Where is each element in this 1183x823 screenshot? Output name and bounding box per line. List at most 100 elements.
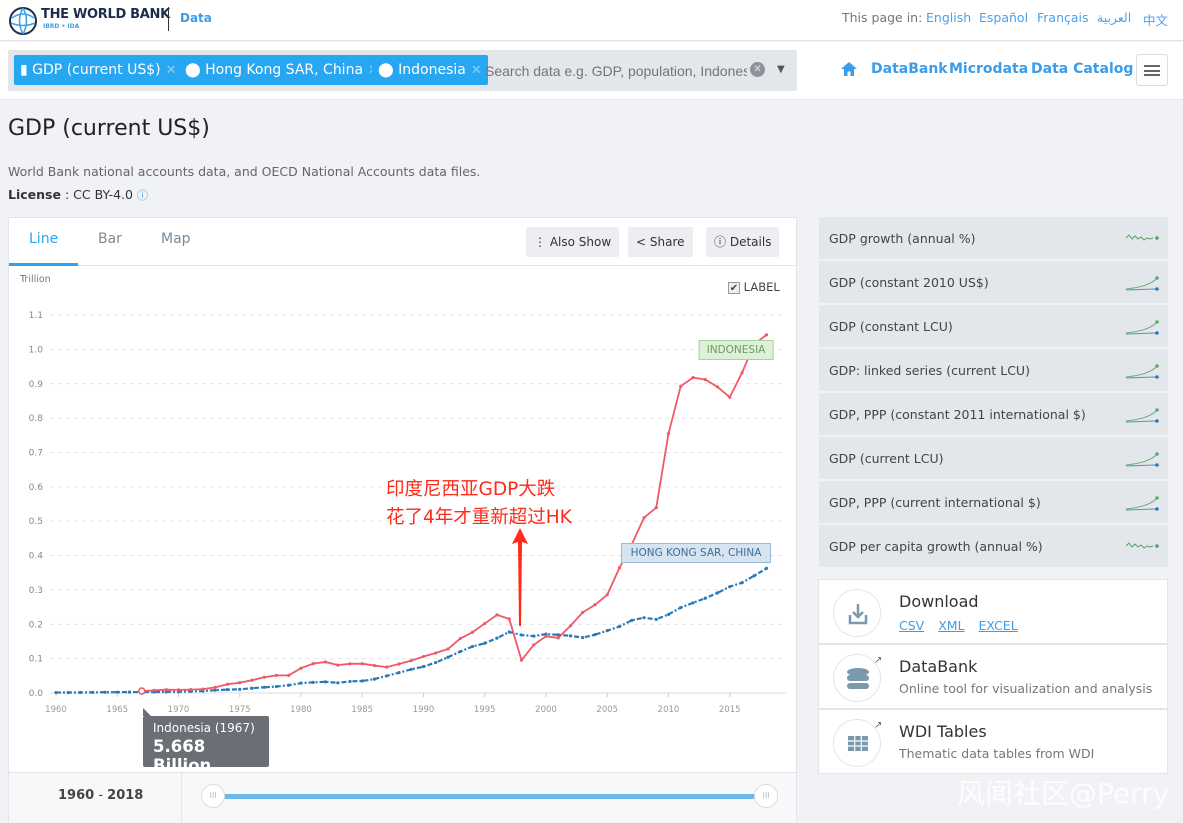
data-point <box>495 613 499 617</box>
data-point <box>250 678 254 682</box>
data-point <box>397 671 401 675</box>
data-point <box>605 593 609 597</box>
data-point <box>360 679 364 683</box>
sparkline-icon <box>1125 408 1159 423</box>
related-indicator[interactable]: GDP growth (annual %) <box>819 217 1168 260</box>
annotation-arrow-icon <box>512 528 528 626</box>
year-range: 1960 - 2018 <box>58 788 143 803</box>
data-point <box>238 687 242 691</box>
data-point <box>372 663 377 668</box>
data-point <box>703 377 707 382</box>
data-point <box>287 683 291 687</box>
page-language-label: This page in: <box>842 10 923 25</box>
home-icon[interactable] <box>840 61 858 77</box>
tooltip: Indonesia (1967) 5.668 Billion <box>143 708 269 775</box>
x-tick-label: 1980 <box>290 705 312 715</box>
range-slider-start-handle[interactable]: III <box>201 784 225 808</box>
x-tick-label: 1960 <box>45 705 67 715</box>
data-point <box>274 684 279 689</box>
sparkline-icon <box>1125 496 1159 511</box>
related-indicator-label: GDP, PPP (constant 2011 international $) <box>829 407 1086 422</box>
y-tick-label: 0.4 <box>29 552 44 562</box>
data-point <box>483 641 487 645</box>
x-tick-label: 2010 <box>658 705 680 715</box>
range-slider-track[interactable] <box>212 794 767 799</box>
databank-subtitle: Online tool for visualization and analys… <box>899 681 1153 696</box>
data-point <box>189 687 193 692</box>
data-point <box>434 660 438 665</box>
data-point <box>764 566 769 571</box>
data-point <box>630 618 634 622</box>
related-indicator-label: GDP (constant LCU) <box>829 319 953 334</box>
hamburger-icon <box>1144 65 1160 76</box>
x-tick-label: 2005 <box>596 705 618 715</box>
download-csv-link[interactable]: CSV <box>899 618 924 633</box>
data-point <box>458 649 462 654</box>
nav-microdata[interactable]: Microdata <box>949 61 1028 77</box>
wdi-tables-card[interactable]: ↗ WDI Tables Thematic data tables from WDI <box>818 709 1168 774</box>
data-point <box>385 665 389 669</box>
lang-english[interactable]: English <box>926 10 971 25</box>
data-point <box>225 687 230 692</box>
download-icon <box>833 589 881 637</box>
hovered-data-point <box>138 687 146 695</box>
menu-button[interactable] <box>1136 54 1168 86</box>
lang-francais[interactable]: Français <box>1037 10 1089 25</box>
nav-data-catalog[interactable]: Data Catalog <box>1031 61 1133 77</box>
range-slider-end-handle[interactable]: III <box>754 784 778 808</box>
databank-title: DataBank <box>899 657 978 676</box>
lang-chinese[interactable]: 中文 <box>1143 10 1168 29</box>
data-point <box>495 636 499 640</box>
data-point <box>348 679 352 684</box>
download-excel-link[interactable]: EXCEL <box>979 618 1018 633</box>
data-point <box>568 624 573 628</box>
download-xml-link[interactable]: XML <box>938 618 964 633</box>
data-point <box>691 601 695 605</box>
y-tick-label: 0.0 <box>29 689 44 699</box>
related-indicator-label: GDP growth (annual %) <box>829 231 976 246</box>
data-point <box>213 688 217 692</box>
data-point <box>213 685 217 689</box>
related-indicator[interactable]: GDP (current LCU) <box>819 437 1168 480</box>
data-point <box>666 431 671 436</box>
data-point <box>679 384 683 388</box>
data-point <box>225 682 230 686</box>
related-indicator[interactable]: GDP, PPP (constant 2011 international $) <box>819 393 1168 436</box>
data-point <box>434 651 438 655</box>
related-indicator[interactable]: GDP: linked series (current LCU) <box>819 349 1168 392</box>
series-label-indonesia: INDONESIA <box>698 340 774 360</box>
data-point <box>593 633 597 637</box>
related-indicator[interactable]: GDP per capita growth (annual %) <box>819 525 1168 568</box>
y-tick-label: 1.0 <box>29 345 44 355</box>
wdi-subtitle: Thematic data tables from WDI <box>899 746 1095 761</box>
data-point <box>691 376 695 380</box>
x-tick-label: 1965 <box>106 705 128 715</box>
data-point <box>262 685 266 689</box>
data-point <box>360 662 364 666</box>
data-point <box>299 666 303 670</box>
data-point <box>409 658 413 663</box>
lang-espanol[interactable]: Español <box>979 10 1028 25</box>
related-indicator[interactable]: GDP (constant LCU) <box>819 305 1168 348</box>
nav-databank[interactable]: DataBank <box>871 61 948 77</box>
data-point <box>519 658 524 662</box>
data-point <box>323 660 328 664</box>
y-tick-label: 0.9 <box>29 380 44 390</box>
line-chart: 0.0 0.1 0.2 0.3 0.4 0.5 0.6 0.7 0.8 0.9 1.0 1.1 1960… <box>29 311 786 715</box>
tooltip-title: Indonesia (1967) <box>153 721 255 735</box>
y-tick-label: 0.8 <box>29 414 44 424</box>
data-point <box>311 680 315 684</box>
sparkline-icon <box>1125 320 1159 335</box>
lang-arabic[interactable]: العربية <box>1097 10 1131 25</box>
databank-card[interactable]: ↗ DataBank Online tool for visualization a… <box>818 644 1168 709</box>
related-indicator[interactable]: GDP (constant 2010 US$) <box>819 261 1168 304</box>
annotation-text: 印度尼西亚GDP大跌 花了4年才重新超过HK <box>386 476 572 532</box>
related-indicator-label: GDP per capita growth (annual %) <box>829 539 1043 554</box>
data-point <box>311 662 315 666</box>
data-point <box>385 674 389 678</box>
range-end: 2018 <box>107 788 144 803</box>
y-tick-label: 0.6 <box>29 483 44 493</box>
related-indicator[interactable]: GDP, PPP (current international $) <box>819 481 1168 524</box>
data-point <box>91 690 95 694</box>
data-point <box>679 606 683 610</box>
